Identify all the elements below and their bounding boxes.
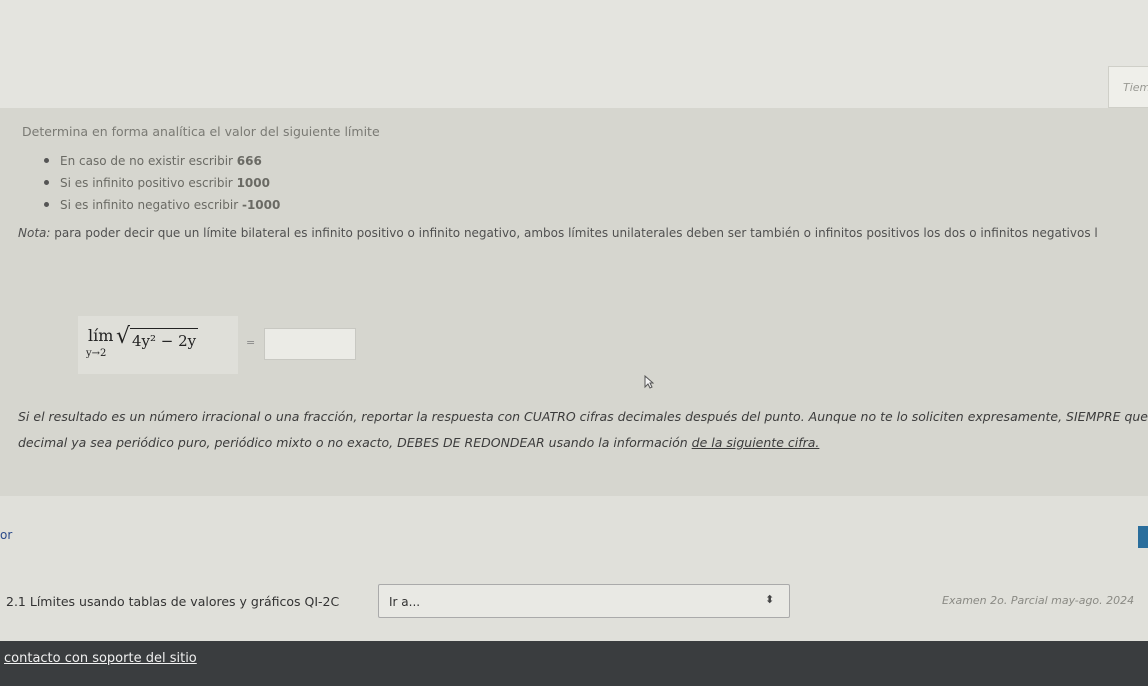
jump-to-select[interactable]: Ir a... ⬍: [378, 584, 790, 618]
select-arrows-icon: ⬍: [765, 593, 775, 606]
rounding-instructions: Si el resultado es un número irracional …: [18, 409, 1148, 450]
lim-subscript: y→2: [86, 348, 107, 359]
note-label: Nota:: [18, 226, 51, 240]
answer-options-list: En caso de no existir escribir 666 Si es…: [44, 150, 280, 216]
option-undefined: En caso de no existir escribir 666: [44, 150, 280, 172]
answer-input[interactable]: [264, 328, 356, 360]
option-positive-infinity: Si es infinito positivo escribir 1000: [44, 172, 280, 194]
timer-card[interactable]: Tiem: [1108, 66, 1148, 108]
timer-label: Tiem: [1123, 81, 1148, 94]
radicand: 4y² − 2y: [130, 328, 199, 350]
question-instruction: Determina en forma analítica el valor de…: [22, 124, 380, 139]
option-value: 1000: [236, 176, 270, 190]
note-text: Nota: para poder decir que un límite bil…: [18, 226, 1098, 240]
next-page-button[interactable]: [1138, 526, 1148, 548]
lim-operator: lím: [88, 326, 114, 345]
equals-sign: =: [246, 336, 256, 349]
jump-to-value: Ir a...: [389, 595, 421, 609]
limit-formula: lím y→2 √ 4y² − 2y: [78, 316, 238, 374]
activity-navigation: [0, 496, 1148, 641]
next-activity-link[interactable]: Examen 2o. Parcial may-ago. 2024: [942, 594, 1134, 607]
mouse-pointer-icon: [644, 375, 654, 389]
top-strip: [0, 0, 1148, 108]
option-value: -1000: [241, 198, 281, 212]
previous-page-link[interactable]: or: [0, 528, 12, 542]
square-root-sign: √: [116, 324, 131, 349]
contact-support-link[interactable]: contacto con soporte del sitio: [4, 651, 197, 666]
option-value: 666: [236, 154, 262, 168]
option-negative-infinity: Si es infinito negativo escribir -1000: [44, 194, 280, 216]
previous-activity-link[interactable]: 2.1 Límites usando tablas de valores y g…: [6, 594, 339, 609]
